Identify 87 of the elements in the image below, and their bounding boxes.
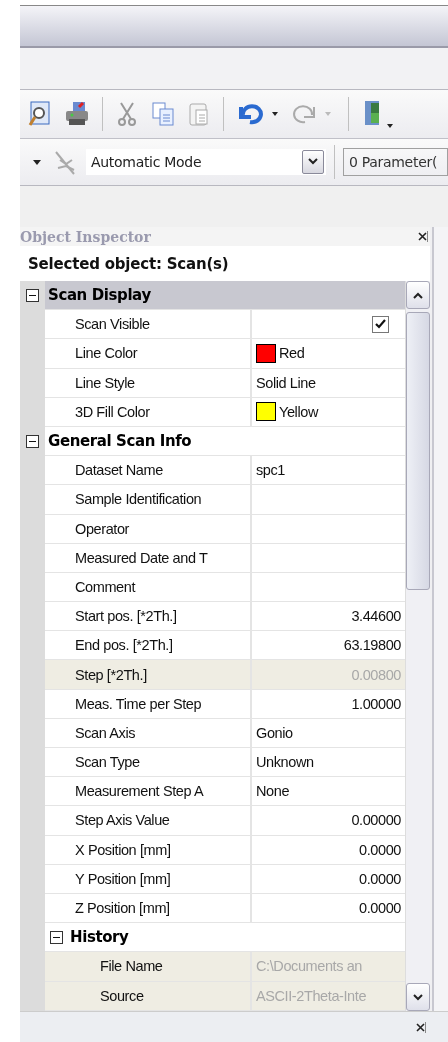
group-header[interactable]: History: [70, 928, 129, 947]
parameters-field[interactable]: 0 Parameter(: [343, 148, 448, 176]
dropdown-arrow-icon: [32, 158, 42, 166]
group-header[interactable]: Scan Display: [45, 281, 405, 311]
value-cell[interactable]: 0.0000: [252, 893, 405, 924]
checkbox[interactable]: [372, 315, 389, 333]
property-value: Gonio: [256, 724, 293, 741]
close-button[interactable]: [415, 1021, 426, 1033]
value-cell[interactable]: [252, 310, 405, 340]
check-icon: [375, 319, 386, 330]
property-value: 0.00000: [351, 812, 401, 829]
value-cell[interactable]: Solid Line: [252, 368, 405, 398]
value-cell[interactable]: Unknown: [252, 748, 405, 778]
collapse-toggle-icon[interactable]: [26, 289, 39, 303]
value-cell[interactable]: 63.19800: [252, 631, 405, 661]
value-cell[interactable]: 0.00000: [252, 806, 405, 836]
print-preview-icon: [28, 101, 52, 127]
property-value: None: [256, 783, 290, 800]
property-name: Comment: [75, 578, 136, 595]
chevron-down-icon: [413, 993, 423, 1001]
property-name: Line Style: [75, 374, 135, 391]
property-name: Start pos. [*2Th.]: [75, 608, 177, 625]
close-button[interactable]: [417, 231, 428, 242]
value-cell[interactable]: 0.0000: [252, 864, 405, 894]
value-cell[interactable]: Gonio: [252, 718, 405, 748]
property-name: Z Position [mm]: [75, 900, 170, 917]
value-cell[interactable]: [252, 514, 405, 544]
property-name: File Name: [100, 958, 163, 975]
property-name: End pos. [*2Th.]: [75, 637, 173, 654]
value-cell[interactable]: spc1: [252, 456, 405, 486]
selected-object-label: Selected object: Scan(s): [20, 246, 430, 281]
close-icon: [415, 1021, 426, 1033]
property-name: Scan Visible: [75, 316, 150, 333]
chevron-down-icon: [308, 158, 318, 166]
property-value: C:\Documents an: [256, 958, 363, 975]
property-value: Red: [279, 345, 305, 362]
property-name: Measured Date and T: [75, 549, 208, 566]
print-icon: [64, 101, 90, 127]
property-value: ASCII-2Theta-Inte: [256, 987, 367, 1004]
property-name: Measurement Step A: [75, 783, 204, 800]
property-name: Sample Identification: [75, 491, 202, 508]
value-cell[interactable]: 3.44600: [252, 602, 405, 632]
property-value: Yellow: [279, 403, 318, 420]
scrollbar-thumb[interactable]: [406, 312, 430, 590]
value-cell[interactable]: 1.00000: [252, 689, 405, 719]
property-name: 3D Fill Color: [75, 403, 150, 420]
collapse-toggle-icon[interactable]: [50, 930, 63, 944]
property-value: 1.00000: [351, 695, 401, 712]
collapse-toggle-icon[interactable]: [26, 435, 39, 449]
property-value: Solid Line: [256, 374, 316, 391]
value-cell[interactable]: Yellow: [252, 397, 405, 427]
scroll-up-button[interactable]: [406, 281, 430, 309]
property-name: Step Axis Value: [75, 812, 170, 829]
value-cell[interactable]: None: [252, 777, 405, 807]
property-value: 0.0000: [359, 841, 401, 858]
property-value: 0.0000: [359, 900, 401, 917]
property-name: Step [*2Th.]: [75, 666, 147, 683]
value-cell[interactable]: [252, 485, 405, 515]
property-name: Scan Type: [75, 754, 140, 771]
property-value: 0.0000: [359, 870, 401, 887]
value-cell[interactable]: Red: [252, 339, 405, 369]
close-icon: [417, 231, 428, 242]
group-header[interactable]: General Scan Info: [45, 426, 405, 457]
property-value: 0.00800: [351, 666, 401, 683]
panel-title: Object Inspector: [20, 228, 151, 245]
property-value: spc1: [256, 462, 286, 479]
property-name: Source: [100, 987, 144, 1004]
copy-icon: [151, 101, 175, 127]
property-name: Y Position [mm]: [75, 870, 171, 887]
value-cell[interactable]: [252, 572, 405, 603]
property-name: X Position [mm]: [75, 841, 171, 858]
property-value: 63.19800: [343, 637, 401, 654]
property-name: Line Color: [75, 345, 138, 362]
cut-icon: [115, 101, 139, 127]
value-cell[interactable]: [252, 543, 405, 573]
scroll-down-button[interactable]: [406, 983, 430, 1011]
property-value: 3.44600: [351, 608, 401, 625]
property-name: Dataset Name: [75, 462, 163, 479]
property-name: Operator: [75, 520, 130, 537]
property-name: Meas. Time per Step: [75, 695, 202, 712]
paste-icon: [187, 101, 211, 127]
undo-icon: [236, 101, 280, 127]
mode-dropdown[interactable]: Automatic Mode: [86, 149, 326, 175]
value-cell[interactable]: 0.0000: [252, 835, 405, 865]
chevron-up-icon: [413, 291, 423, 299]
property-value: Unknown: [256, 754, 314, 771]
property-name: Scan Axis: [75, 724, 136, 741]
